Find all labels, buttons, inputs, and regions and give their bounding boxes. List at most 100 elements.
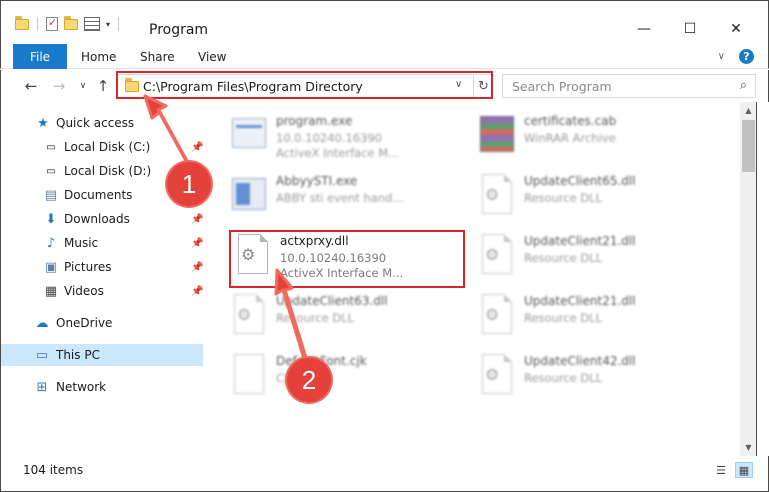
vertical-scrollbar[interactable]: ▲ ▼: [740, 102, 757, 456]
file-name: actxprxy.dll: [280, 234, 349, 248]
file-detail: Resource DLL: [524, 311, 603, 325]
sidebar-item-music[interactable]: ♪ Music 📌: [1, 232, 204, 254]
quick-access-toolbar: ▾: [15, 15, 121, 31]
sidebar-item-onedrive[interactable]: ☁ OneDrive: [1, 312, 203, 334]
file-name: program.exe: [276, 114, 353, 128]
sidebar-item-label: Network: [56, 380, 107, 394]
list-item-actxprxy[interactable]: ⚙ actxprxy.dll 10.0.10240.16390 ActiveX …: [234, 230, 474, 288]
items-count: 104 items: [23, 463, 84, 477]
file-detail: WinRAR Archive: [524, 131, 616, 145]
file-name: certificates.cab: [524, 114, 617, 128]
pc-icon: ▭: [35, 347, 49, 363]
download-icon: ⬇: [45, 211, 57, 227]
window-title: Program: [149, 22, 209, 38]
document-icon: [230, 354, 268, 400]
scroll-up-icon[interactable]: ▲: [740, 102, 757, 119]
address-toolbar: ← → ∨ ↑ C:\Program Files\Program Directo…: [0, 70, 769, 102]
sidebar-item-quick-access[interactable]: ★ Quick access: [1, 112, 203, 134]
new-folder-icon[interactable]: [64, 15, 78, 30]
file-name: UpdateClient63.dll: [276, 294, 388, 308]
ribbon: File Home Share View ∨ ?: [0, 44, 769, 69]
scrollbar-thumb[interactable]: [742, 120, 755, 172]
star-icon: ★: [37, 115, 49, 131]
sidebar-item-label: OneDrive: [56, 316, 113, 330]
file-detail: ABBY sti event hand...: [276, 191, 404, 205]
up-button[interactable]: ↑: [93, 75, 113, 97]
sidebar-item-label: This PC: [56, 348, 100, 362]
sidebar-item-label: Documents: [64, 188, 133, 202]
list-item[interactable]: ⚙ UpdateClient21.dll Resource DLL: [478, 290, 718, 348]
pin-icon: 📌: [191, 213, 204, 225]
toolbar-divider: [118, 17, 120, 31]
list-item[interactable]: ⚙ UpdateClient21.dll Resource DLL: [478, 230, 718, 288]
tab-view[interactable]: View: [198, 44, 226, 69]
sidebar-item-this-pc[interactable]: ▭ This PC: [1, 344, 203, 366]
sidebar-item-downloads[interactable]: ⬇ Downloads 📌: [1, 208, 204, 230]
tab-home[interactable]: Home: [81, 44, 116, 69]
scroll-down-icon[interactable]: ▼: [740, 439, 757, 456]
tab-share[interactable]: Share: [140, 44, 175, 69]
list-item[interactable]: AbbyySTI.exe ABBY sti event hand...: [230, 170, 470, 228]
search-icon[interactable]: ⌕: [740, 78, 747, 93]
file-name: UpdateClient42.dll: [524, 354, 636, 368]
file-detail: Resource DLL: [524, 371, 603, 385]
address-dropdown-chevron-icon[interactable]: ∨: [455, 79, 462, 90]
dll-icon: ⚙: [234, 234, 272, 280]
back-button[interactable]: ←: [21, 75, 41, 97]
file-detail: ActiveX Interface M...: [276, 146, 400, 160]
videos-icon: ▦: [44, 283, 58, 299]
file-name: UpdateClient21.dll: [524, 234, 636, 248]
drive-icon: ▭: [46, 165, 56, 177]
navigation-pane: ★ Quick access ▭ Local Disk (C:) 📌 ▭ Loc…: [0, 102, 208, 456]
refresh-icon[interactable]: ↻: [473, 75, 493, 97]
documents-icon: ▤: [44, 187, 58, 203]
list-item[interactable]: ⚙ UpdateClient42.dll Resource DLL: [478, 350, 718, 408]
minimize-button[interactable]: —: [621, 15, 667, 43]
maximize-button[interactable]: ☐: [667, 15, 713, 43]
address-path[interactable]: C:\Program Files\Program Directory: [143, 79, 363, 94]
customize-toolbar-chevron-icon[interactable]: ▾: [106, 20, 110, 29]
drive-icon: ▭: [46, 141, 56, 153]
cloud-icon: ☁: [35, 315, 49, 331]
sidebar-item-network[interactable]: ⊞ Network: [1, 376, 203, 398]
large-icons-view-icon[interactable]: ▦: [735, 462, 753, 478]
list-item[interactable]: ⚙ UpdateClient63.dll Resource DLL: [230, 290, 470, 348]
archive-icon: [478, 114, 516, 160]
list-item[interactable]: ⚙ UpdateClient65.dll Resource DLL: [478, 170, 718, 228]
help-icon[interactable]: ?: [739, 49, 754, 64]
list-item[interactable]: program.exe 10.0.10240.16390 ActiveX Int…: [230, 110, 470, 168]
expand-ribbon-chevron-icon[interactable]: ∨: [718, 51, 725, 62]
folder-icon: [125, 78, 139, 92]
properties-icon[interactable]: [84, 17, 100, 31]
tab-file[interactable]: File: [13, 44, 67, 69]
forward-button[interactable]: →: [49, 75, 69, 97]
list-item[interactable]: certificates.cab WinRAR Archive: [478, 110, 718, 168]
file-list: program.exe 10.0.10240.16390 ActiveX Int…: [208, 102, 740, 456]
sidebar-item-label: Downloads: [64, 212, 130, 226]
file-name: UpdateClient65.dll: [524, 174, 636, 188]
list-item[interactable]: DefaultFont.cjk CJK File: [230, 350, 470, 408]
details-view-icon[interactable]: ☰: [712, 462, 730, 478]
pin-icon: 📌: [191, 141, 204, 153]
file-detail: Resource DLL: [276, 311, 355, 325]
dll-icon: ⚙: [478, 294, 516, 340]
pin-icon: 📌: [191, 237, 204, 249]
sidebar-item-label: Music: [64, 236, 99, 250]
sidebar-item-videos[interactable]: ▦ Videos 📌: [1, 280, 204, 302]
properties-check-icon[interactable]: [46, 16, 58, 31]
toolbar-divider: [37, 17, 38, 31]
close-button[interactable]: ✕: [713, 15, 759, 43]
sidebar-item-pictures[interactable]: ▣ Pictures 📌: [1, 256, 204, 278]
search-input[interactable]: Search Program ⌕: [502, 74, 756, 98]
pictures-icon: ▣: [44, 259, 58, 275]
pin-icon: 📌: [191, 285, 204, 297]
file-detail: Resource DLL: [524, 191, 603, 205]
callout-step-1: 1: [167, 162, 211, 206]
recent-locations-chevron-icon[interactable]: ∨: [73, 75, 93, 97]
sidebar-item-local-disk-c[interactable]: ▭ Local Disk (C:) 📌: [1, 136, 203, 158]
sidebar-item-label: Pictures: [64, 260, 112, 274]
dll-icon: ⚙: [478, 174, 516, 220]
dll-icon: ⚙: [230, 294, 268, 340]
address-bar[interactable]: C:\Program Files\Program Directory ∨ ↻: [117, 74, 493, 98]
app-icon: [230, 174, 268, 220]
